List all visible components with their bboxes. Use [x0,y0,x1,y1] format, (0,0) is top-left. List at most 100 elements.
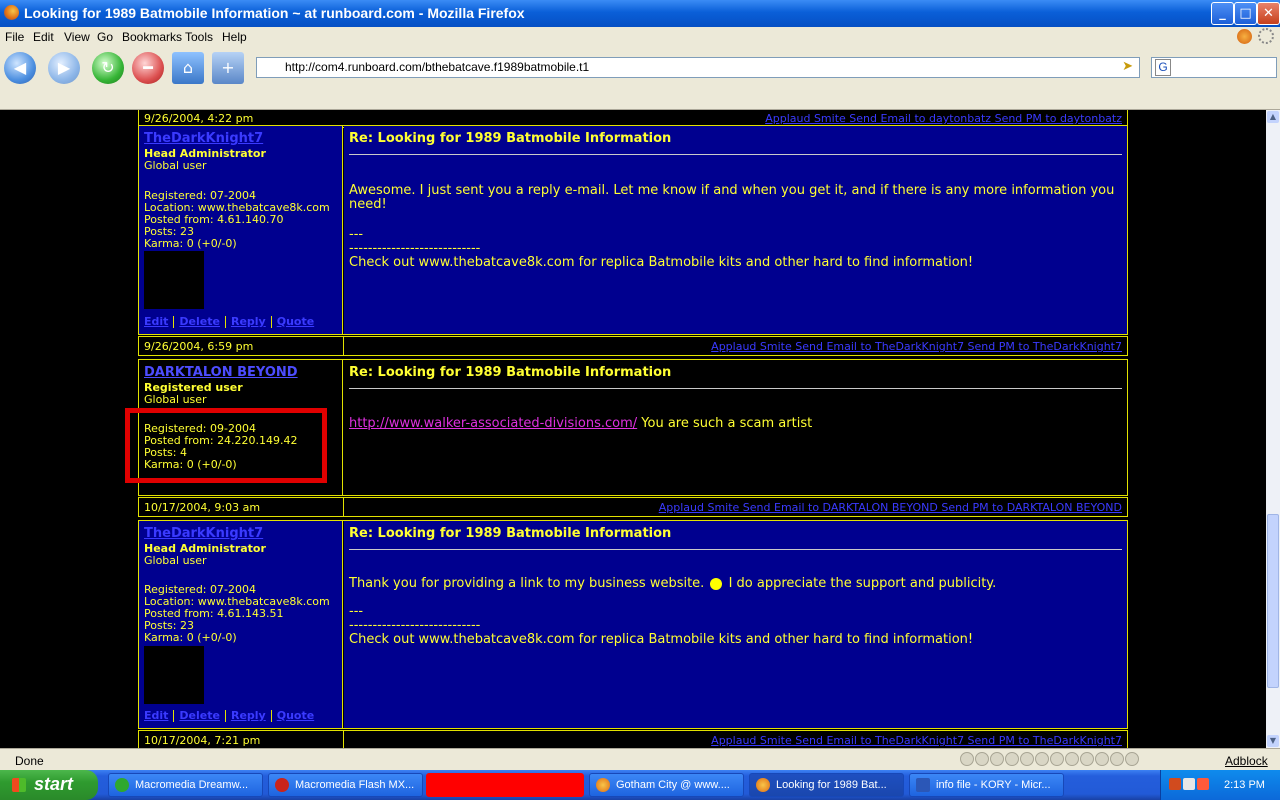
post-text: Thank you for providing a link to my bus… [349,576,705,591]
menu-tools[interactable]: Tools [185,30,213,44]
post-info-row: 9/26/2004, 6:59 pm Applaud Smite Send Em… [138,336,1128,356]
author-group: Global user [144,554,207,567]
media-button-icon[interactable] [960,752,974,766]
taskbar-item-flash[interactable]: Macromedia Flash MX... [268,773,423,797]
forum-post: TheDarkKnight7 Head Administrator Global… [138,125,1128,335]
back-button[interactable]: ◀ [4,52,36,84]
quote-link[interactable]: Quote [277,315,314,328]
throbber-icon [1258,28,1274,44]
post-info-row: 10/17/2004, 7:21 pm Applaud Smite Send E… [138,730,1128,748]
taskbar-item-gotham[interactable]: Gotham City @ www.... [589,773,744,797]
maximize-button[interactable]: □ [1234,2,1257,25]
post-body: http://www.walker-associated-divisions.c… [349,417,1122,431]
media-button-icon[interactable] [1110,752,1124,766]
author-group: Global user [144,393,207,406]
post-action-links[interactable]: Applaud Smite Send Email to TheDarkKnigh… [711,340,1122,353]
task-label: Gotham City @ www.... [616,779,730,791]
edit-link[interactable]: Edit [144,709,168,722]
windows-flag-icon [12,778,26,792]
signature-separator: --- [349,227,364,242]
media-button-icon[interactable] [1035,752,1049,766]
word-icon [916,778,930,792]
author-name[interactable]: DARKTALON BEYOND [144,365,298,380]
menu-help[interactable]: Help [222,30,247,44]
delete-link[interactable]: Delete [179,315,220,328]
taskbar-item-word[interactable]: info file - KORY - Micr... [909,773,1064,797]
scroll-down-icon[interactable]: ▼ [1267,735,1279,747]
home-icon: ⌂ [182,58,194,77]
quote-link[interactable]: Quote [277,709,314,722]
media-button-icon[interactable] [990,752,1004,766]
edit-link[interactable]: Edit [144,315,168,328]
add-icon: + [221,58,235,77]
post-action-links[interactable]: Applaud Smite Send Email to daytonbatz S… [765,112,1122,125]
post-body: Thank you for providing a link to my bus… [349,577,1122,647]
stop-button[interactable]: ━ [132,52,164,84]
bookmarks-toolbar [0,89,1280,110]
start-button[interactable]: start [0,770,98,800]
url-text: http://com4.runboard.com/bthebatcave.f19… [285,60,590,74]
taskbar: start Macromedia Dreamw... Macromedia Fl… [0,770,1280,800]
media-button-icon[interactable] [1065,752,1079,766]
signature-line: ---------------------------- [349,241,481,256]
clock[interactable]: 2:13 PM [1224,779,1265,791]
dreamweaver-icon [115,778,129,792]
reply-link[interactable]: Reply [231,315,266,328]
reload-icon: ↻ [101,58,115,77]
reload-button[interactable]: ↻ [92,52,124,84]
media-button-icon[interactable] [1050,752,1064,766]
media-button-icon[interactable] [1005,752,1019,766]
speaker-icon[interactable] [1183,778,1195,790]
taskbar-item-batmobile[interactable]: Looking for 1989 Bat... [749,773,904,797]
post-actions: Edit Delete Reply Quote [144,709,314,722]
taskbar-item-dreamweaver[interactable]: Macromedia Dreamw... [108,773,263,797]
menu-bookmarks[interactable]: Bookmarks [122,30,182,44]
flash-icon [275,778,289,792]
post-date: 9/26/2004, 4:22 pm [144,112,254,125]
menu-go[interactable]: Go [97,30,113,44]
menu-edit[interactable]: Edit [33,30,54,44]
update-icon[interactable] [1237,29,1252,44]
tray-icon[interactable] [1169,778,1181,790]
scroll-up-icon[interactable]: ▲ [1267,111,1279,123]
vertical-scrollbar[interactable]: ▲ ▼ [1266,110,1280,748]
system-tray: 2:13 PM [1160,770,1280,800]
external-link[interactable]: http://www.walker-associated-divisions.c… [349,416,637,431]
post-subject: Re: Looking for 1989 Batmobile Informati… [349,365,672,380]
taskbar-item-redacted[interactable] [426,773,584,797]
menu-file[interactable]: File [5,30,24,44]
home-button[interactable]: ⌂ [172,52,204,84]
media-button-icon[interactable] [1020,752,1034,766]
media-button-icon[interactable] [975,752,989,766]
bookmark-add-button[interactable]: + [212,52,244,84]
divider [349,154,1122,155]
search-input[interactable]: G [1151,57,1277,78]
page-content: 9/26/2004, 4:22 pm Applaud Smite Send Em… [0,110,1266,748]
close-button[interactable]: ✕ [1257,2,1280,25]
highlight-box [125,408,327,483]
post-body-panel: Re: Looking for 1989 Batmobile Informati… [344,126,1127,334]
post-body: Awesome. I just sent you a reply e-mail.… [349,184,1122,270]
adblock-link[interactable]: Adblock [1225,754,1268,768]
go-icon[interactable]: ➤ [1122,59,1133,74]
post-action-links[interactable]: Applaud Smite Send Email to DARKTALON BE… [659,501,1122,514]
tray-icon[interactable] [1197,778,1209,790]
start-label: start [34,774,74,794]
author-name[interactable]: TheDarkKnight7 [144,526,263,541]
scroll-thumb[interactable] [1267,514,1279,688]
media-button-icon[interactable] [1125,752,1139,766]
post-action-links[interactable]: Applaud Smite Send Email to TheDarkKnigh… [711,734,1122,747]
media-button-icon[interactable] [1080,752,1094,766]
search-engine-icon[interactable]: G [1155,59,1171,76]
task-label: Macromedia Flash MX... [295,779,415,791]
reply-link[interactable]: Reply [231,709,266,722]
url-bar[interactable]: http://com4.runboard.com/bthebatcave.f19… [256,57,1140,78]
avatar [144,251,204,309]
author-name[interactable]: TheDarkKnight7 [144,131,263,146]
status-text: Done [15,754,44,768]
delete-link[interactable]: Delete [179,709,220,722]
media-button-icon[interactable] [1095,752,1109,766]
minimize-button[interactable]: _ [1211,2,1234,25]
forward-button[interactable]: ▶ [48,52,80,84]
menu-view[interactable]: View [64,30,90,44]
